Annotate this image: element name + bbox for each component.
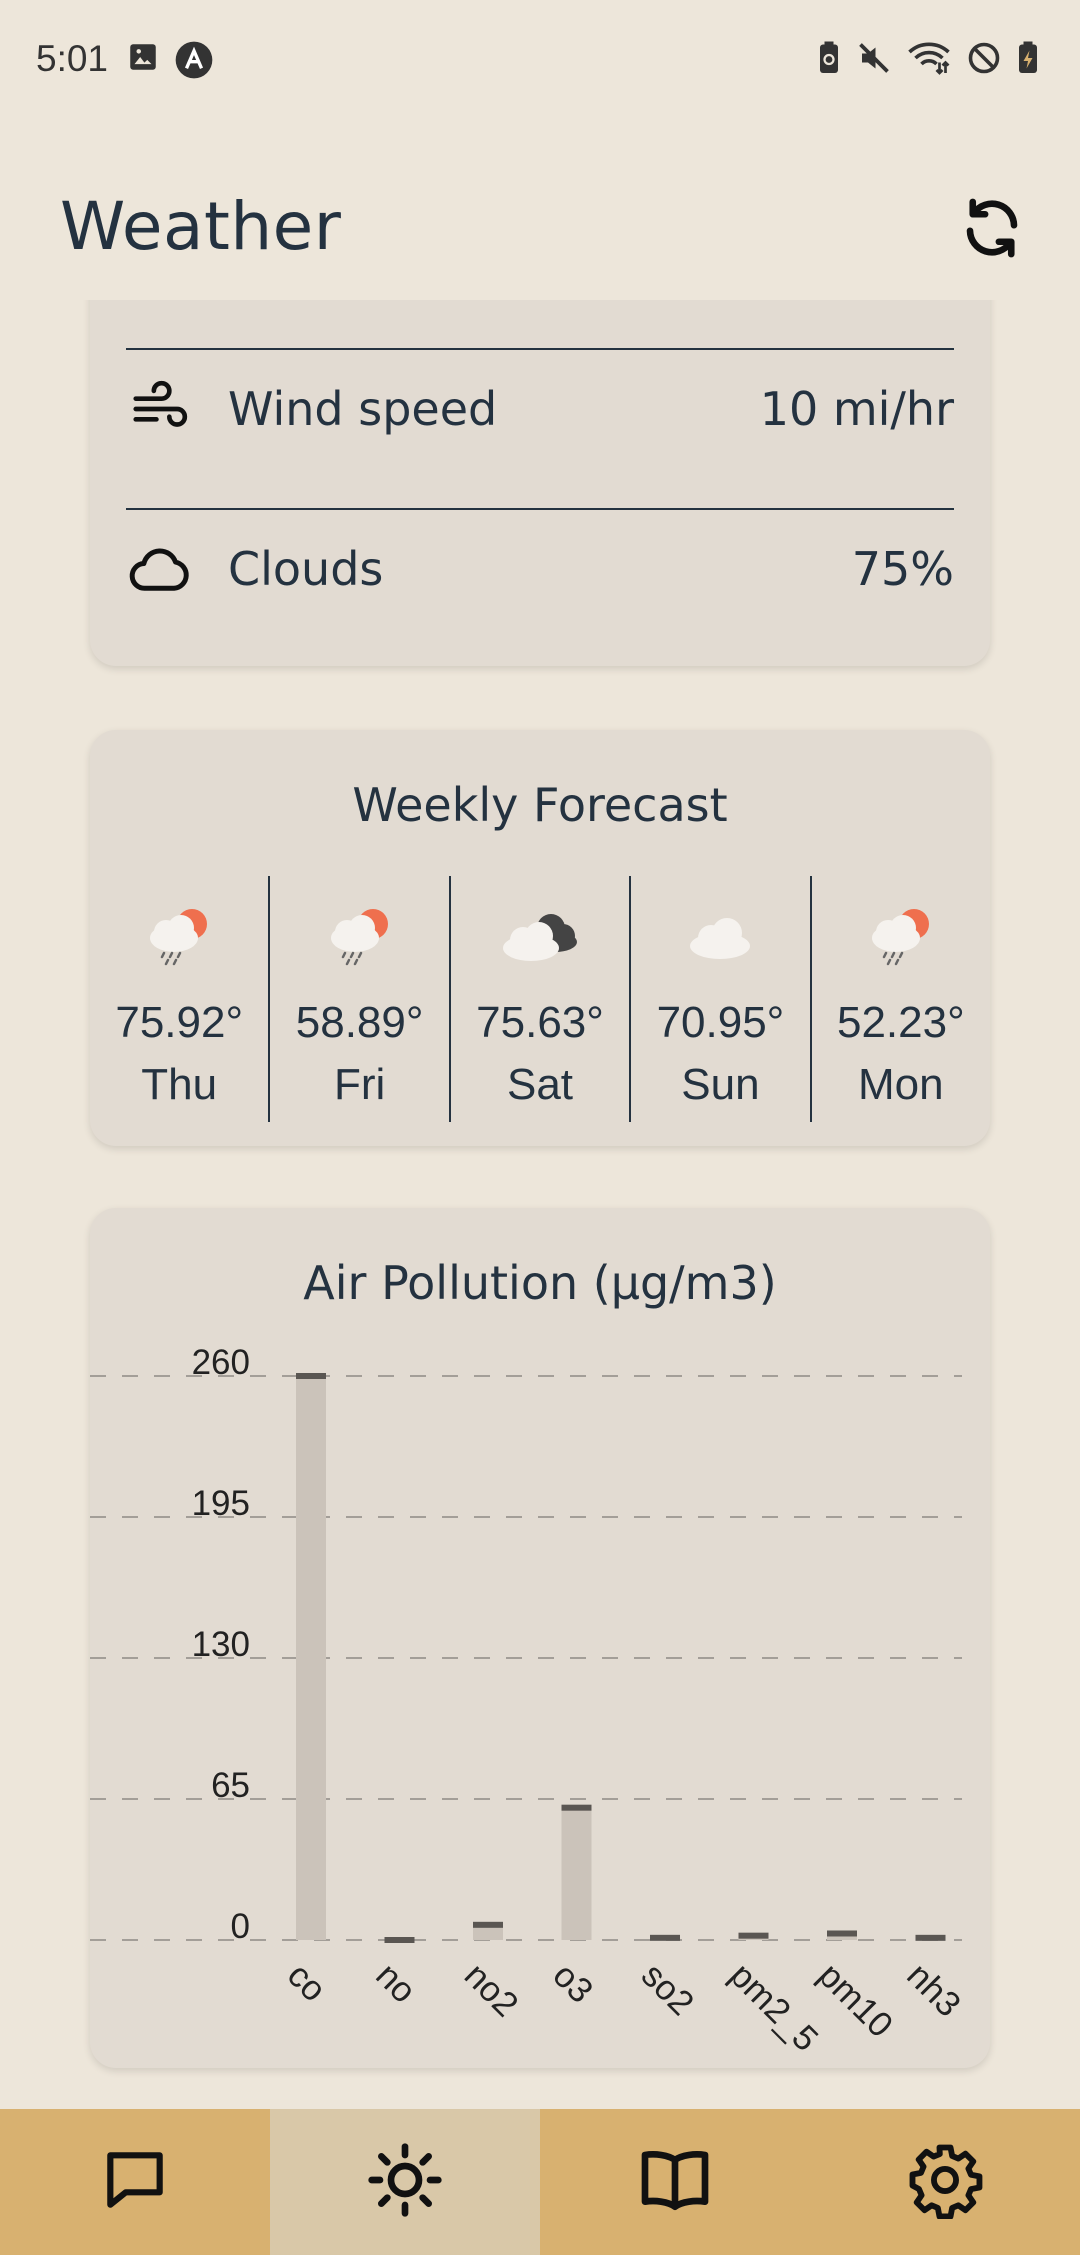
wifi-icon — [906, 40, 952, 76]
wind-icon — [126, 376, 192, 442]
divider — [126, 348, 954, 350]
forecast-day-name: Thu — [141, 1060, 218, 1109]
nav-item-settings[interactable] — [810, 2109, 1080, 2255]
bar-cap-pm2_5 — [738, 1932, 769, 1939]
do-not-disturb-icon — [966, 40, 1002, 76]
detail-row-wind-speed: Wind speed 10 mi/hr — [126, 369, 954, 449]
detail-value: 75% — [851, 542, 954, 596]
y-tick-label: 130 — [192, 1625, 250, 1664]
y-tick-label: 65 — [211, 1766, 250, 1805]
status-right-icons — [816, 40, 1040, 76]
weather-details-card: Wind speed 10 mi/hr Clouds 75% — [90, 300, 990, 666]
cloud-icon — [675, 900, 765, 970]
bar-cap-so2 — [650, 1934, 680, 1941]
forecast-list: 75.92° Thu 58.89° Fri 75.63° Sat 70.95° … — [90, 876, 990, 1122]
app-bar: Weather — [0, 160, 1080, 290]
forecast-day[interactable]: 75.92° Thu — [90, 876, 268, 1122]
forecast-day[interactable]: 58.89° Fri — [268, 876, 448, 1122]
image-icon — [126, 40, 160, 80]
forecast-day-name: Mon — [858, 1060, 944, 1109]
detail-label: Wind speed — [228, 382, 498, 436]
refresh-icon — [959, 195, 1025, 265]
x-tick-label: so2 — [634, 1956, 701, 2023]
bar-cap-pm10 — [827, 1930, 857, 1937]
y-tick-label: 260 — [192, 1343, 250, 1382]
battery-saver-icon — [816, 40, 842, 76]
chat-icon — [98, 2143, 172, 2221]
sun-rain-cloud-icon — [134, 900, 224, 970]
x-tick-label: o3 — [545, 1956, 600, 2011]
detail-row-clouds: Clouds 75% — [126, 529, 954, 609]
cloud-icon — [126, 536, 192, 602]
air-pollution-card: Air Pollution (µg/m3) 0 65 130 195 260 co no no… — [90, 1208, 990, 2068]
battery-charging-icon — [1016, 40, 1040, 76]
x-tick-label: no2 — [457, 1956, 526, 2025]
app-a-icon — [174, 40, 214, 80]
forecast-temp: 70.95° — [656, 998, 785, 1047]
page-title: Weather — [60, 188, 342, 265]
bottom-nav — [0, 2109, 1080, 2255]
forecast-temp: 75.63° — [476, 998, 604, 1047]
detail-value: 10 mi/hr — [759, 382, 954, 436]
forecast-day-name: Fri — [333, 1060, 386, 1109]
forecast-day[interactable]: 75.63° Sat — [448, 876, 629, 1122]
divider — [126, 508, 954, 510]
nav-item-book[interactable] — [540, 2109, 810, 2255]
content-scroll-area[interactable]: Wind speed 10 mi/hr Clouds 75% Weekly Fo… — [0, 300, 1080, 2108]
sun-rain-cloud-icon — [315, 900, 405, 970]
status-bar: 5:01 — [0, 0, 1080, 120]
bar-o3 — [561, 1807, 592, 1940]
gear-icon — [906, 2141, 984, 2223]
forecast-day[interactable]: 70.95° Sun — [629, 876, 809, 1122]
status-left-icons — [126, 40, 214, 80]
x-tick-label: pm2_5 — [722, 1956, 825, 2059]
book-icon — [635, 2140, 715, 2224]
bar-cap-no2 — [473, 1921, 503, 1928]
sun-rain-cloud-icon — [856, 900, 946, 970]
refresh-button[interactable] — [952, 190, 1032, 270]
forecast-temp: 58.89° — [295, 998, 424, 1047]
forecast-title: Weekly Forecast — [352, 778, 728, 832]
sun-icon — [365, 2140, 445, 2224]
bar-co — [296, 1376, 326, 1940]
bar-cap-no — [384, 1937, 415, 1943]
forecast-day-name: Sat — [506, 1060, 574, 1109]
nav-item-weather[interactable] — [270, 2109, 540, 2255]
bar-cap-co — [296, 1373, 326, 1379]
y-tick-label: 0 — [231, 1907, 250, 1946]
x-tick-label: nh3 — [899, 1956, 968, 2025]
forecast-temp: 52.23° — [836, 998, 965, 1047]
bar-cap-o3 — [561, 1804, 592, 1811]
detail-label: Clouds — [228, 542, 384, 596]
status-time: 5:01 — [36, 38, 109, 79]
forecast-day[interactable]: 52.23° Mon — [809, 876, 990, 1122]
x-tick-label: co — [280, 1956, 334, 2010]
dark-clouds-icon — [495, 900, 585, 970]
forecast-day-name: Sun — [681, 1060, 760, 1109]
mute-icon — [856, 40, 892, 76]
y-tick-label: 195 — [192, 1484, 250, 1523]
weekly-forecast-card: Weekly Forecast 75.92° Thu 58.89° Fri 75… — [90, 730, 990, 1146]
bar-cap-nh3 — [915, 1934, 946, 1941]
nav-item-chat[interactable] — [0, 2109, 270, 2255]
air-pollution-chart: 065130195260co no no2 o3 so2 pm2_5pm10 nh3 — [90, 1343, 968, 2059]
forecast-temp: 75.92° — [115, 998, 244, 1047]
x-tick-label: no — [368, 1956, 423, 2011]
